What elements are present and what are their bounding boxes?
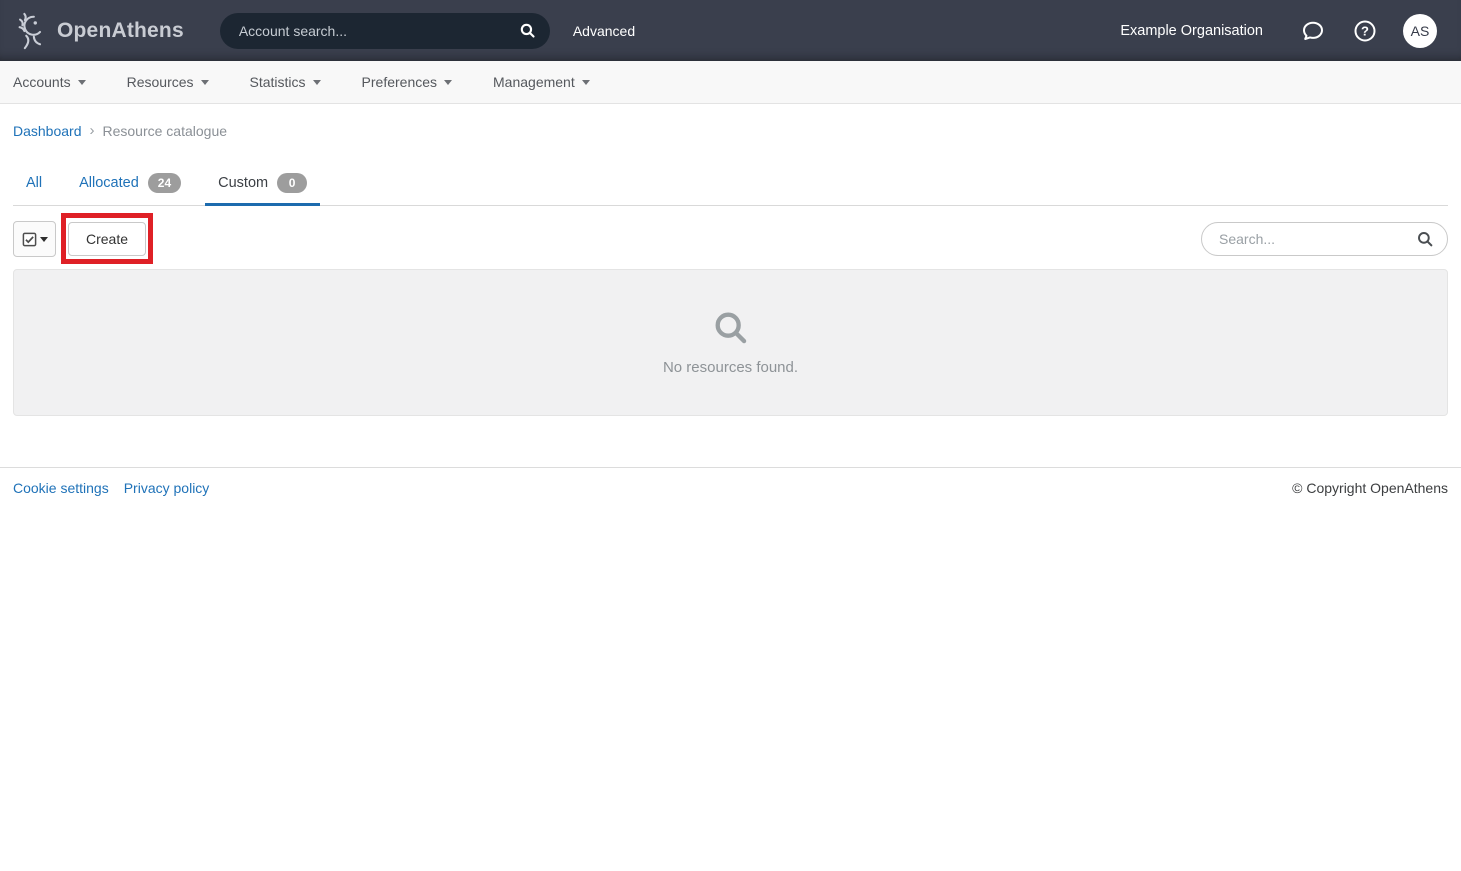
help-button[interactable]: ? (1351, 17, 1379, 45)
chat-bubble-icon (1301, 19, 1325, 43)
openathens-logo-icon (12, 9, 50, 53)
resource-search (1201, 222, 1448, 256)
breadcrumb: Dashboard › Resource catalogue (13, 104, 1448, 139)
nav-accounts-label: Accounts (13, 74, 71, 90)
tab-custom-count-badge: 0 (277, 173, 307, 193)
footer-inner: Cookie settings Privacy policy © Copyrig… (0, 468, 1461, 510)
help-icon: ? (1353, 19, 1377, 43)
toolbar-left: Create (13, 221, 146, 257)
main-nav: Accounts Resources Statistics Preference… (0, 61, 1461, 104)
tab-allocated-count-badge: 24 (148, 173, 181, 193)
copyright-text: © Copyright OpenAthens (1292, 480, 1448, 496)
nav-resources-label: Resources (127, 74, 194, 90)
page: OpenAthens Advanced Example Organisation (0, 0, 1461, 871)
nav-statistics-label: Statistics (250, 74, 306, 90)
nav-accounts[interactable]: Accounts (13, 74, 86, 90)
tab-allocated-label: Allocated (79, 175, 139, 191)
chevron-down-icon (40, 237, 48, 242)
brand[interactable]: OpenAthens (12, 9, 184, 53)
breadcrumb-current: Resource catalogue (103, 123, 228, 139)
search-icon (712, 309, 749, 346)
chevron-down-icon (201, 80, 209, 85)
empty-state-panel: No resources found. (13, 269, 1448, 416)
tab-all[interactable]: All (13, 163, 55, 206)
breadcrumb-dashboard-link[interactable]: Dashboard (13, 123, 82, 139)
privacy-policy-link[interactable]: Privacy policy (124, 480, 210, 496)
tab-custom[interactable]: Custom 0 (205, 163, 320, 206)
nav-preferences-label: Preferences (362, 74, 437, 90)
main-content: Dashboard › Resource catalogue All Alloc… (0, 104, 1461, 416)
tab-bar: All Allocated 24 Custom 0 (13, 163, 1448, 206)
nav-management[interactable]: Management (493, 74, 590, 90)
search-icon (519, 22, 536, 39)
feedback-button[interactable] (1299, 17, 1327, 45)
advanced-search-link[interactable]: Advanced (573, 23, 635, 39)
select-all-dropdown-button[interactable] (13, 221, 56, 257)
toolbar: Create (13, 221, 1448, 257)
breadcrumb-separator-icon: › (90, 122, 95, 139)
resource-search-input[interactable] (1202, 231, 1416, 247)
account-search (220, 13, 550, 49)
checkbox-icon (22, 232, 37, 247)
nav-preferences[interactable]: Preferences (362, 74, 452, 90)
account-search-input[interactable] (220, 23, 506, 39)
chevron-down-icon (582, 80, 590, 85)
top-bar: OpenAthens Advanced Example Organisation (0, 0, 1461, 61)
account-search-button[interactable] (506, 13, 550, 49)
footer-links: Cookie settings Privacy policy (13, 480, 209, 496)
tab-allocated[interactable]: Allocated 24 (66, 163, 194, 206)
create-button-wrapper: Create (68, 222, 146, 256)
organisation-name: Example Organisation (1120, 23, 1263, 39)
search-icon (1416, 230, 1434, 248)
tab-custom-label: Custom (218, 175, 268, 191)
chevron-down-icon (444, 80, 452, 85)
empty-state-message: No resources found. (663, 359, 798, 376)
chevron-down-icon (313, 80, 321, 85)
nav-resources[interactable]: Resources (127, 74, 209, 90)
create-button[interactable]: Create (68, 222, 146, 256)
nav-statistics[interactable]: Statistics (250, 74, 321, 90)
svg-text:?: ? (1361, 23, 1369, 38)
avatar[interactable]: AS (1403, 14, 1437, 48)
footer: Cookie settings Privacy policy © Copyrig… (0, 467, 1461, 510)
brand-name: OpenAthens (57, 19, 184, 43)
nav-management-label: Management (493, 74, 575, 90)
cookie-settings-link[interactable]: Cookie settings (13, 480, 109, 496)
tab-all-label: All (26, 175, 42, 191)
chevron-down-icon (78, 80, 86, 85)
top-bar-right: Example Organisation ? AS (1120, 14, 1437, 48)
